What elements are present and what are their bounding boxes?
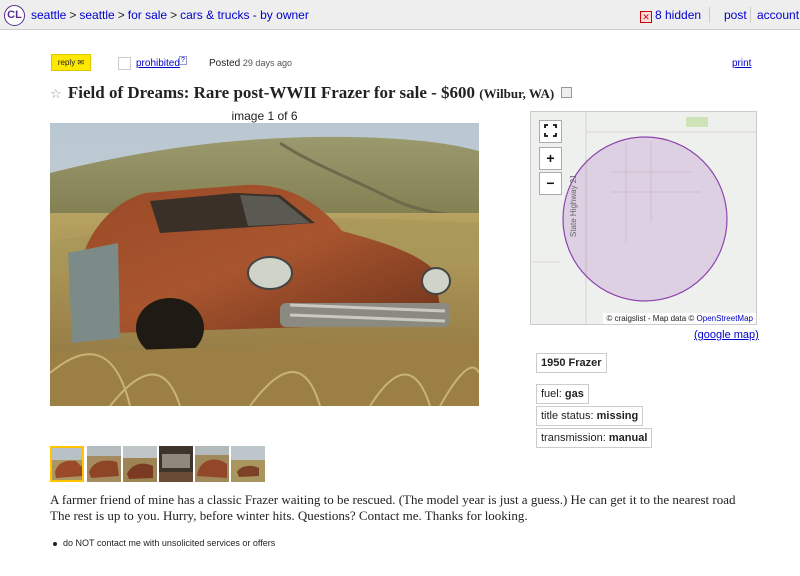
attr-transmission: transmission: manual [536,428,653,448]
posting-title-text: Field of Dreams: Rare post-WWII Frazer f… [67,83,476,102]
map-pin-icon[interactable] [561,87,573,98]
posted-date: Posted 29 days ago [209,58,292,69]
posted-time: 29 days ago [242,58,292,68]
hide-icon: ✕ [640,11,652,23]
breadcrumb-separator: > [69,8,77,22]
zoom-in-button[interactable]: + [539,147,562,170]
posting-body: A farmer friend of mine has a classic Fr… [50,492,736,523]
map-road-label: State Highway 21 [569,174,578,237]
top-bar: CL seattle > seattle > for sale > cars & truck… [0,0,800,30]
posted-label: Posted [209,58,241,69]
car-photo [50,123,479,406]
map-attribution-text: © craigslist - Map data © [606,314,695,323]
thumbnail-strip [50,446,266,483]
prohibited-help-icon[interactable]: ? [179,56,187,65]
posting-location: (Wilbur, WA) [479,86,555,101]
thumbnail-3[interactable] [123,446,157,482]
breadcrumb-separator: > [117,8,125,22]
prohibited-checkbox[interactable] [118,57,131,70]
breadcrumb-seattle-2[interactable]: seattle [79,8,114,22]
hidden-posts-toggle[interactable]: ✕ 8 hidden [640,8,701,23]
location-map[interactable]: + − State Highway 21 © craigslist - Map … [530,111,757,325]
map-tiles [531,112,756,324]
thumbnail-2[interactable] [87,446,121,482]
craigslist-logo[interactable]: CL [4,5,25,26]
thumbnail-6[interactable] [231,446,265,482]
breadcrumb: seattle > seattle > for sale > cars & trucks -… [31,8,309,22]
notices-list: do NOT contact me with unsolicited servi… [50,538,275,548]
account-link[interactable]: account [757,8,799,22]
attr-fuel: fuel: gas [536,384,589,404]
main-image[interactable] [50,123,479,406]
attr-transmission-label: transmission: [541,432,606,444]
post-link[interactable]: post [724,8,747,22]
attr-title-status-value: missing [596,410,639,422]
favorite-star-icon[interactable]: ☆ [50,87,62,102]
reply-button[interactable]: reply ✉ [51,54,91,71]
attr-year-make: 1950 Frazer [536,353,607,373]
thumbnail-1[interactable] [50,446,84,482]
thumbnail-4[interactable] [159,446,193,482]
breadcrumb-seattle-1[interactable]: seattle [31,8,66,22]
divider [750,7,751,23]
notice-item: do NOT contact me with unsolicited servi… [50,538,275,548]
thumbnail-5[interactable] [195,446,229,482]
image-counter: image 1 of 6 [231,109,298,123]
attr-title-status: title status: missing [536,406,644,426]
hidden-count-link[interactable]: 8 hidden [655,8,701,22]
openstreetmap-link[interactable]: OpenStreetMap [697,314,753,323]
map-attribution: © craigslist - Map data © OpenStreetMap [603,313,756,324]
print-link[interactable]: print [732,58,751,69]
google-map-link[interactable]: (google map) [694,329,759,341]
attr-title-status-label: title status: [541,410,594,422]
attr-fuel-label: fuel: [541,388,562,400]
attr-fuel-value: gas [564,388,584,400]
breadcrumb-separator: > [170,8,178,22]
breadcrumb-cars-trucks[interactable]: cars & trucks - by owner [180,8,309,22]
posting-title: ☆ Field of Dreams: Rare post-WWII Frazer… [50,83,573,103]
fullscreen-icon [544,124,557,137]
attr-transmission-value: manual [608,432,648,444]
zoom-out-button[interactable]: − [539,172,562,195]
prohibited-link[interactable]: prohibited [136,58,180,69]
divider [709,7,710,23]
breadcrumb-for-sale[interactable]: for sale [128,8,167,22]
fullscreen-button[interactable] [539,120,562,143]
